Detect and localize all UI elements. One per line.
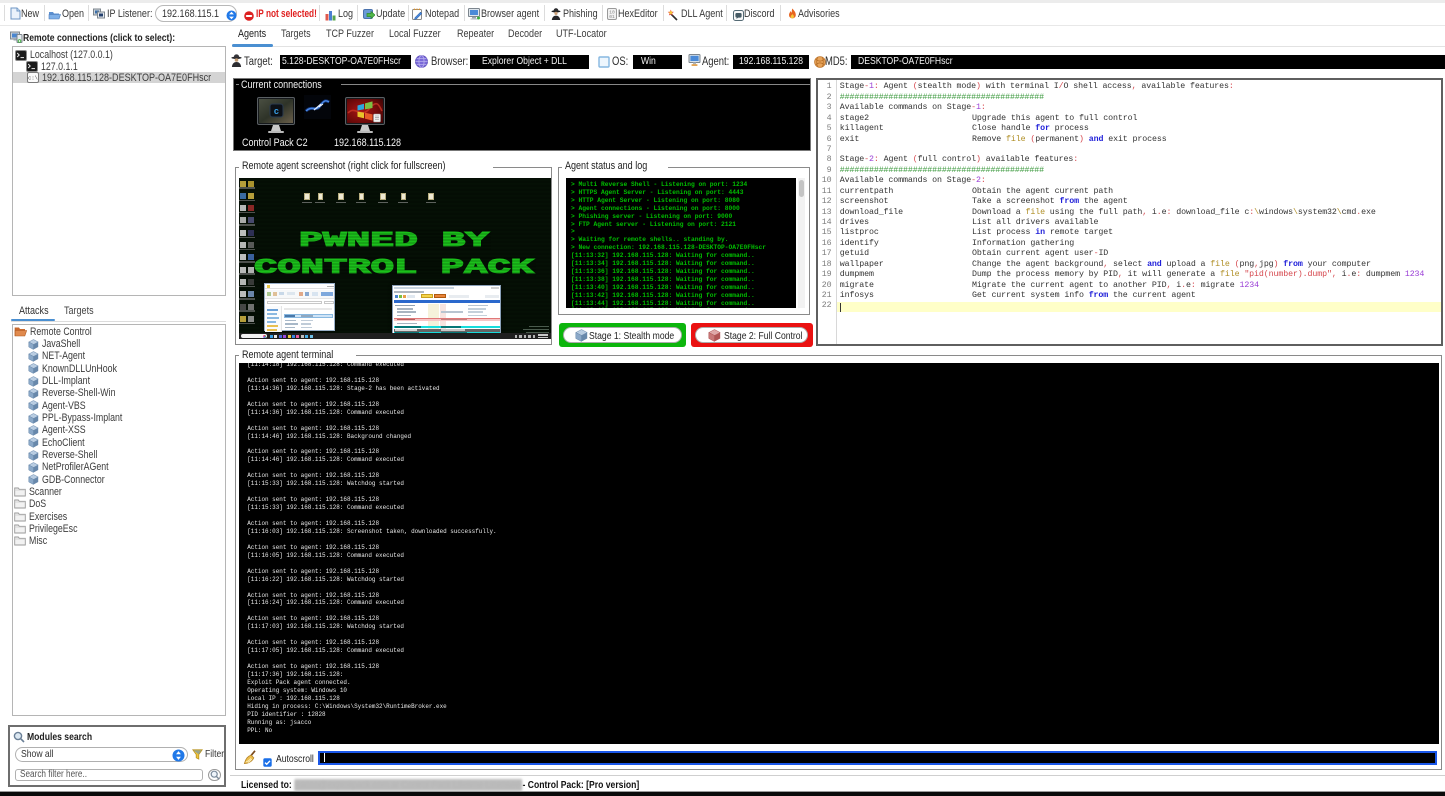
svg-text:01: 01 [609, 14, 615, 20]
svg-text:c: c [273, 107, 278, 117]
svg-text:c:\: c:\ [28, 76, 38, 82]
